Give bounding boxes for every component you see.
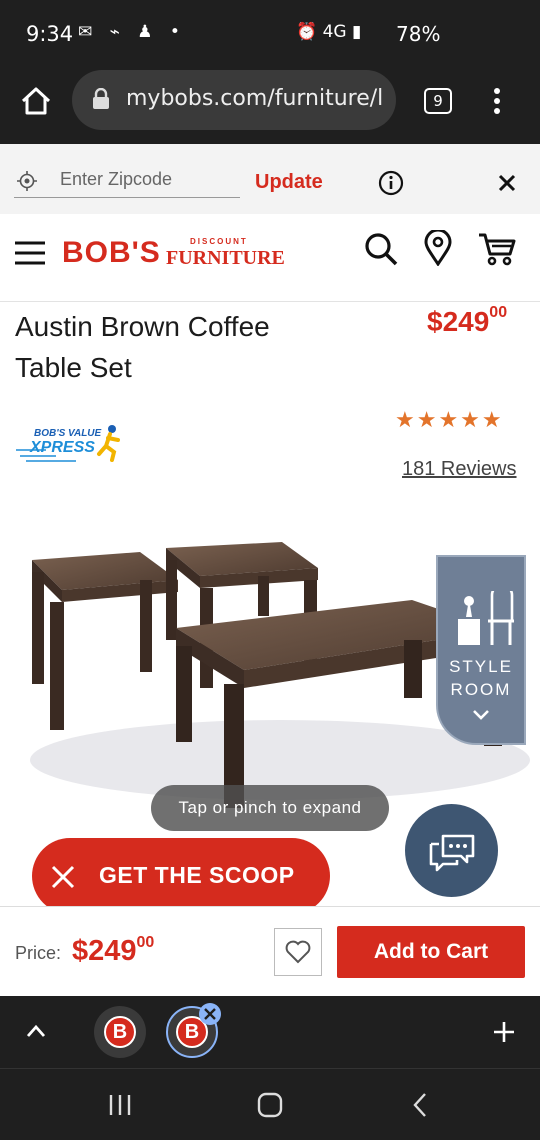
tap-to-expand-hint: Tap or pinch to expand (151, 785, 389, 831)
search-icon[interactable] (364, 232, 398, 266)
url-text: mybobs.com/furniture/l (126, 86, 384, 111)
bobs-logo[interactable]: BOB'S DISCOUNT FURNITURE (62, 236, 288, 272)
sticky-price-cents: 00 (136, 934, 155, 951)
logo-discount-text: DISCOUNT (190, 237, 248, 246)
close-icon[interactable] (51, 865, 75, 889)
tab-switcher-button[interactable]: 9 (424, 88, 452, 114)
sticky-price: $24900 (72, 934, 155, 968)
tab-thumbnail[interactable]: B (94, 1006, 146, 1058)
price-dollars: $249 (427, 306, 490, 337)
value-xpress-badge: BOB'S VALUE XPRESS (16, 424, 122, 464)
close-icon[interactable] (498, 174, 516, 192)
home-icon[interactable] (20, 86, 52, 116)
site-header: BOB'S DISCOUNT FURNITURE (0, 214, 540, 302)
product-title: Austin Brown Coffee Table Set (15, 311, 270, 383)
home-nav-icon[interactable] (256, 1091, 284, 1119)
notification-icons: ✉ ⌁ ♟ • (78, 22, 186, 42)
hamburger-menu-icon[interactable] (15, 241, 45, 265)
price-cents: 00 (489, 304, 508, 321)
price-label: Price: (15, 943, 62, 963)
chevron-down-icon (473, 710, 489, 720)
close-tab-icon[interactable] (198, 1002, 222, 1026)
reviews-link[interactable]: 181 Reviews (402, 458, 517, 481)
lock-icon (93, 88, 109, 109)
status-time: 9:34 (26, 22, 74, 46)
rating-stars: ★★★★★ (395, 408, 504, 433)
update-button[interactable]: Update (255, 171, 323, 194)
chat-bubbles-icon (429, 834, 475, 872)
style-room-line2: ROOM (450, 680, 512, 699)
badge-line1: BOB'S VALUE (34, 428, 102, 439)
browser-tab-strip: B B (0, 996, 540, 1068)
logo-furniture-text: FURNITURE (166, 247, 285, 269)
battery-level: 78% (396, 22, 441, 46)
product-price: $24900 (427, 304, 508, 338)
chevron-up-icon[interactable] (26, 1024, 46, 1038)
info-icon[interactable] (378, 170, 404, 196)
furniture-room-icon (458, 591, 514, 645)
more-menu-icon[interactable] (492, 86, 502, 116)
sticky-price-dollars: $249 (72, 935, 137, 967)
zipcode-bar: Enter Zipcode Update (0, 144, 540, 214)
style-room-line1: STYLE (449, 657, 513, 676)
system-nav-bar (0, 1068, 540, 1140)
cart-icon[interactable] (478, 232, 516, 266)
zipcode-input[interactable]: Enter Zipcode (14, 164, 240, 198)
style-room-label: STYLE ROOM (438, 655, 524, 701)
recent-apps-icon[interactable] (108, 1093, 132, 1117)
logo-main-text: BOB'S (62, 236, 161, 269)
store-locator-icon[interactable] (424, 230, 452, 266)
wishlist-button[interactable] (274, 928, 322, 976)
zipcode-placeholder: Enter Zipcode (60, 169, 173, 189)
browser-toolbar: mybobs.com/furniture/l 9 (0, 70, 540, 144)
locate-icon (17, 171, 37, 191)
scoop-label: GET THE SCOOP (99, 862, 295, 888)
chat-button[interactable] (405, 804, 498, 897)
sticky-purchase-bar: Price: $24900 Add to Cart (0, 906, 540, 996)
style-room-tab[interactable]: STYLE ROOM (436, 555, 526, 745)
status-bar: 9:34 ✉ ⌁ ♟ • ⏰ 4G ▮ 78% (0, 0, 540, 70)
back-nav-icon[interactable] (412, 1091, 428, 1119)
bobs-favicon: B (104, 1016, 136, 1048)
get-the-scoop-button[interactable]: GET THE SCOOP (32, 838, 330, 914)
end-table-left (32, 552, 178, 730)
address-bar[interactable]: mybobs.com/furniture/l (72, 70, 396, 130)
runner-icon (97, 425, 120, 462)
heart-icon (285, 940, 311, 964)
new-tab-icon[interactable] (492, 1020, 516, 1044)
system-status-icons: ⏰ 4G ▮ (296, 22, 362, 42)
add-to-cart-button[interactable]: Add to Cart (337, 926, 525, 978)
